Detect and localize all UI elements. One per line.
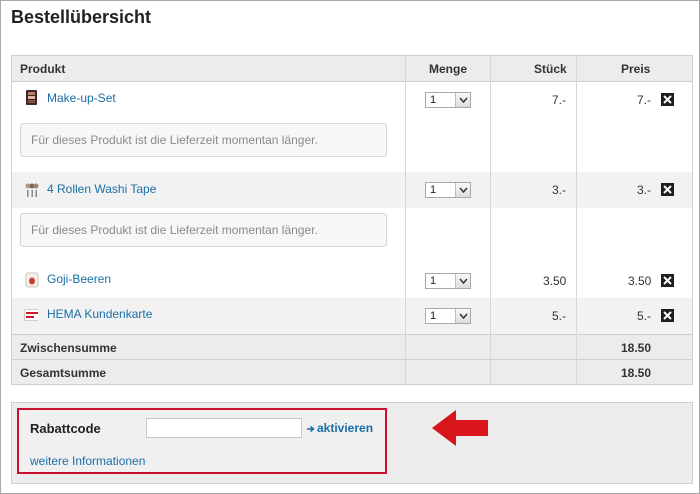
column-header-unit: Stück [534,62,567,76]
column-divider [576,334,577,384]
column-header-quantity: Menge [429,62,468,76]
more-info-link[interactable]: weitere Informationen [30,454,145,468]
remove-item-button[interactable] [661,309,674,322]
line-price: 5.- [637,309,652,323]
subtotal-value: 18.50 [621,341,652,355]
annotation-arrow-icon [432,410,488,446]
subtotal-label: Zwischensumme [20,341,117,355]
line-price: 3.50 [628,274,652,288]
quantity-select[interactable]: 1 [425,308,471,324]
remove-item-button[interactable] [661,183,674,196]
subtotal-row: Zwischensumme 18.50 [12,334,692,359]
discount-code-label: Rabattcode [30,421,101,436]
product-link-customer-card[interactable]: HEMA Kundenkarte [47,307,152,321]
chevron-down-icon [455,93,470,107]
column-header-product: Produkt [20,62,66,76]
quantity-select[interactable]: 1 [425,273,471,289]
activate-label: aktivieren [317,421,374,435]
makeup-set-icon [26,90,37,105]
line-price: 3.- [637,183,652,197]
product-link-makeup-set[interactable]: Make-up-Set [47,91,116,105]
column-divider [405,334,406,384]
unit-price: 7.- [552,93,567,107]
column-divider [490,334,491,384]
delivery-notice: Für dieses Produkt ist die Lieferzeit mo… [20,213,387,247]
chevron-down-icon [455,183,470,197]
remove-item-button[interactable] [661,93,674,106]
total-label: Gesamtsumme [20,366,107,380]
close-icon [663,276,672,285]
page-title: Bestellübersicht [11,7,152,27]
goji-berries-icon [25,272,39,288]
column-header-price: Preis [621,62,651,76]
total-value: 18.50 [621,366,652,380]
unit-price: 3.- [552,183,567,197]
quantity-select[interactable]: 1 [425,182,471,198]
line-price: 7.- [637,93,652,107]
table-header: Produkt Menge Stück Preis [12,56,692,82]
customer-card-icon [24,309,38,321]
unit-price: 3.50 [543,274,567,288]
close-icon [663,311,672,320]
product-link-goji-berries[interactable]: Goji-Beeren [47,272,111,286]
activate-discount-link[interactable]: aktivieren [307,421,373,435]
delivery-notice: Für dieses Produkt ist die Lieferzeit mo… [20,123,387,157]
product-link-washi-tape[interactable]: 4 Rollen Washi Tape [47,182,156,196]
chevron-down-icon [455,309,470,323]
order-table: Produkt Menge Stück Preis Make-up-Set 1 … [11,55,693,385]
close-icon [663,185,672,194]
remove-item-button[interactable] [661,274,674,287]
discount-highlight: Rabattcode aktivieren weitere Informatio… [17,408,387,474]
total-row: Gesamtsumme 18.50 [12,359,692,384]
unit-price: 5.- [552,309,567,323]
washi-tape-icon [25,183,39,197]
quantity-select[interactable]: 1 [425,92,471,108]
discount-code-input[interactable] [146,418,302,438]
discount-panel: Rabattcode aktivieren weitere Informatio… [11,402,693,484]
chevron-down-icon [455,274,470,288]
arrow-right-icon [307,425,315,432]
close-icon [663,95,672,104]
